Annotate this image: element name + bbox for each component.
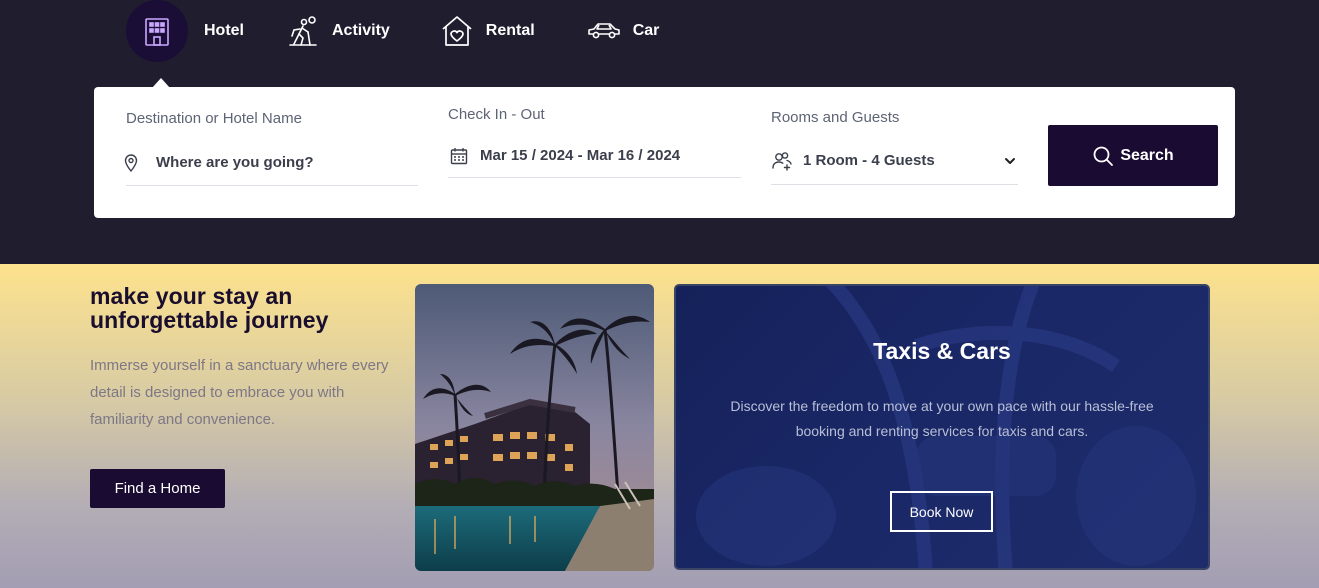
tab-activity-label: Activity <box>332 22 390 39</box>
search-button-label: Search <box>1120 146 1174 164</box>
car-icon <box>585 0 623 62</box>
check-in-out-label: Check In - Out <box>448 106 545 123</box>
destination-input[interactable]: Where are you going? <box>124 140 418 186</box>
tab-rental[interactable]: Rental <box>438 0 535 62</box>
tab-hotel-label: Hotel <box>204 22 244 39</box>
destination-label: Destination or Hotel Name <box>126 110 302 127</box>
rooms-guests-field[interactable]: Rooms and Guests 1 Room - 4 Guests <box>771 109 1018 186</box>
hiking-person-icon <box>284 0 322 62</box>
date-range-input[interactable]: Mar 15 / 2024 - Mar 16 / 2024 <box>448 134 741 178</box>
rooms-guests-select[interactable]: 1 Room - 4 Guests <box>771 137 1018 185</box>
tab-hotel[interactable]: Hotel <box>126 0 244 62</box>
tab-activity[interactable]: Activity <box>284 0 390 62</box>
booking-type-tabs: Hotel Activity Rental Car <box>126 0 659 62</box>
find-a-home-button[interactable]: Find a Home <box>90 469 225 508</box>
destination-value: Where are you going? <box>156 154 314 171</box>
calendar-icon <box>448 147 470 165</box>
hero-title: make your stay an unforgettable journey <box>90 283 329 333</box>
tab-car-label: Car <box>632 22 660 39</box>
book-now-button[interactable]: Book Now <box>890 491 993 532</box>
hotel-building-icon <box>126 0 188 62</box>
rooms-guests-value: 1 Room - 4 Guests <box>803 152 935 169</box>
chevron-down-icon[interactable] <box>1004 152 1016 169</box>
hotel-search-form: Destination or Hotel Name Where are you … <box>94 87 1235 218</box>
house-heart-icon <box>438 0 476 62</box>
destination-field[interactable]: Destination or Hotel Name Where are you … <box>124 110 418 186</box>
taxis-cars-card: Taxis & Cars Discover the freedom to mov… <box>674 284 1210 570</box>
date-range-value: Mar 15 / 2024 - Mar 16 / 2024 <box>480 147 681 164</box>
rooms-guests-label: Rooms and Guests <box>771 109 900 126</box>
search-button[interactable]: Search <box>1048 125 1218 186</box>
resort-pool-photo <box>415 284 654 571</box>
check-in-out-field[interactable]: Check In - Out Mar 15 / 2024 - Mar 16 / … <box>448 106 741 186</box>
hero-description: Immerse yourself in a sanctuary where ev… <box>90 357 389 428</box>
users-plus-icon <box>771 151 793 171</box>
taxis-cars-title: Taxis & Cars <box>873 338 1011 364</box>
tab-rental-label: Rental <box>485 22 535 39</box>
map-pin-icon <box>120 153 142 172</box>
taxis-cars-description: Discover the freedom to move at your own… <box>730 398 1154 439</box>
search-icon <box>1092 145 1114 167</box>
tab-car[interactable]: Car <box>585 0 660 62</box>
